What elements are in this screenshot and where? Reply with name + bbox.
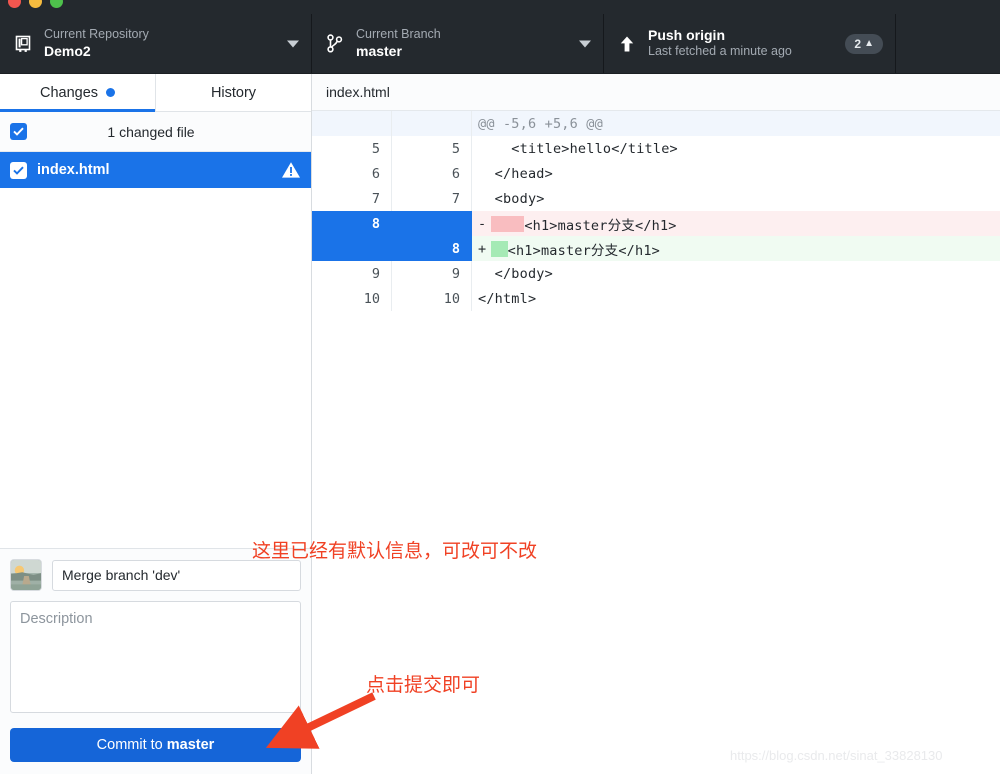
new-line-number: 10 — [392, 286, 472, 311]
diff-line-text: + <h1>master分支</h1> — [472, 236, 1000, 261]
changes-dot-icon — [106, 88, 115, 97]
git-branch-icon — [324, 34, 346, 53]
tab-changes-label: Changes — [40, 85, 98, 101]
tab-changes[interactable]: Changes — [0, 74, 155, 111]
sidebar-tabs: Changes History — [0, 74, 311, 112]
diff-line[interactable]: 6 6 </head> — [312, 161, 1000, 186]
zoom-window-button[interactable] — [50, 0, 63, 8]
new-line-number: 6 — [392, 161, 472, 186]
minimize-window-button[interactable] — [29, 0, 42, 8]
diff-line-text: <title>hello</title> — [472, 136, 1000, 161]
diff-line-text: <body> — [472, 186, 1000, 211]
diff-line[interactable]: 7 7 <body> — [312, 186, 1000, 211]
old-line-number — [312, 236, 392, 261]
diff-sign-minus: - — [478, 216, 491, 232]
arrow-up-icon — [616, 35, 638, 53]
commit-summary-input[interactable] — [52, 560, 301, 591]
tab-history-label: History — [211, 85, 256, 101]
diff-line-text: - <h1>master分支</h1> — [472, 211, 1000, 236]
badge-arrow-up-icon: ▲ — [864, 38, 874, 49]
old-line-number: 8 — [312, 211, 392, 236]
old-line-number: 5 — [312, 136, 392, 161]
diff-line-text: </html> — [472, 286, 1000, 311]
file-checkbox[interactable] — [10, 162, 27, 179]
annotation-commit-note: 点击提交即可 — [366, 670, 480, 697]
push-count: 2 — [854, 37, 861, 51]
diff-sign-plus: + — [478, 241, 491, 257]
diff-code-text: <h1>master分支</h1> — [508, 239, 660, 259]
toolbar-empty-area — [896, 14, 1000, 73]
new-line-number — [392, 211, 472, 236]
diff-line[interactable]: 5 5 <title>hello</title> — [312, 136, 1000, 161]
diff-line-removed[interactable]: 8 - <h1>master分支</h1> — [312, 211, 1000, 236]
new-line-number: 9 — [392, 261, 472, 286]
old-line-number: 9 — [312, 261, 392, 286]
commit-button[interactable]: Commit to master — [10, 728, 301, 762]
old-line-number: 6 — [312, 161, 392, 186]
commit-description-input[interactable] — [10, 601, 301, 713]
diff-file-header: index.html — [312, 74, 1000, 111]
close-window-button[interactable] — [8, 0, 21, 8]
push-subtitle: Last fetched a minute ago — [648, 44, 792, 60]
push-count-badge: 2 ▲ — [845, 34, 883, 54]
current-branch-button[interactable]: Current Branch master — [312, 14, 604, 73]
push-title: Push origin — [648, 27, 792, 45]
github-desktop-window: Current Repository Demo2 Current Branch … — [0, 0, 1000, 774]
diff-panel: index.html @@ -5,6 +5,6 @@ 5 5 <title>he… — [312, 74, 1000, 774]
new-line-number — [392, 111, 472, 136]
new-line-number: 7 — [392, 186, 472, 211]
whitespace-marker — [491, 216, 524, 232]
changed-files-count: 1 changed file — [27, 124, 301, 140]
list-item[interactable]: index.html — [0, 152, 311, 188]
diff-file-name: index.html — [326, 84, 390, 100]
diff-line-added[interactable]: 8 + <h1>master分支</h1> — [312, 236, 1000, 261]
sidebar: Changes History 1 changed file index.htm… — [0, 74, 312, 774]
warning-triangle-icon — [281, 160, 301, 180]
diff-line-text: </head> — [472, 161, 1000, 186]
changed-files-summary: 1 changed file — [0, 112, 311, 152]
tab-history[interactable]: History — [155, 74, 311, 111]
commit-summary-row — [10, 559, 301, 591]
repo-book-icon — [12, 35, 34, 53]
new-line-number: 8 — [392, 236, 472, 261]
chevron-down-icon[interactable] — [287, 40, 299, 47]
diff-line[interactable]: 10 10 </html> — [312, 286, 1000, 311]
diff-hunk-header: @@ -5,6 +5,6 @@ — [312, 111, 1000, 136]
old-line-number: 10 — [312, 286, 392, 311]
file-list-empty-space — [0, 188, 311, 549]
diff-line[interactable]: 9 9 </body> — [312, 261, 1000, 286]
old-line-number — [312, 111, 392, 136]
file-name: index.html — [37, 162, 271, 178]
annotation-summary-note: 这里已经有默认信息，可改可不改 — [252, 536, 537, 563]
avatar — [10, 559, 42, 591]
old-line-number: 7 — [312, 186, 392, 211]
select-all-checkbox[interactable] — [10, 123, 27, 140]
push-origin-button[interactable]: Push origin Last fetched a minute ago 2 … — [604, 14, 896, 73]
traffic-lights — [8, 0, 63, 8]
commit-button-branch: master — [167, 737, 215, 753]
new-line-number: 5 — [392, 136, 472, 161]
current-repository-button[interactable]: Current Repository Demo2 — [0, 14, 312, 73]
watermark: https://blog.csdn.net/sinat_33828130 — [730, 748, 943, 763]
diff-line-text: </body> — [472, 261, 1000, 286]
annotation-arrow-icon — [262, 690, 382, 752]
diff-code-text: <h1>master分支</h1> — [524, 214, 676, 234]
diff-hunk-text: @@ -5,6 +5,6 @@ — [472, 111, 1000, 136]
repository-label: Current Repository — [44, 27, 149, 43]
title-bar — [0, 0, 1000, 14]
toolbar: Current Repository Demo2 Current Branch … — [0, 14, 1000, 74]
commit-button-prefix: Commit to — [97, 737, 167, 753]
branch-name: master — [356, 43, 441, 61]
branch-label: Current Branch — [356, 27, 441, 43]
whitespace-marker — [491, 241, 508, 257]
repository-name: Demo2 — [44, 43, 149, 61]
chevron-down-icon[interactable] — [579, 40, 591, 47]
